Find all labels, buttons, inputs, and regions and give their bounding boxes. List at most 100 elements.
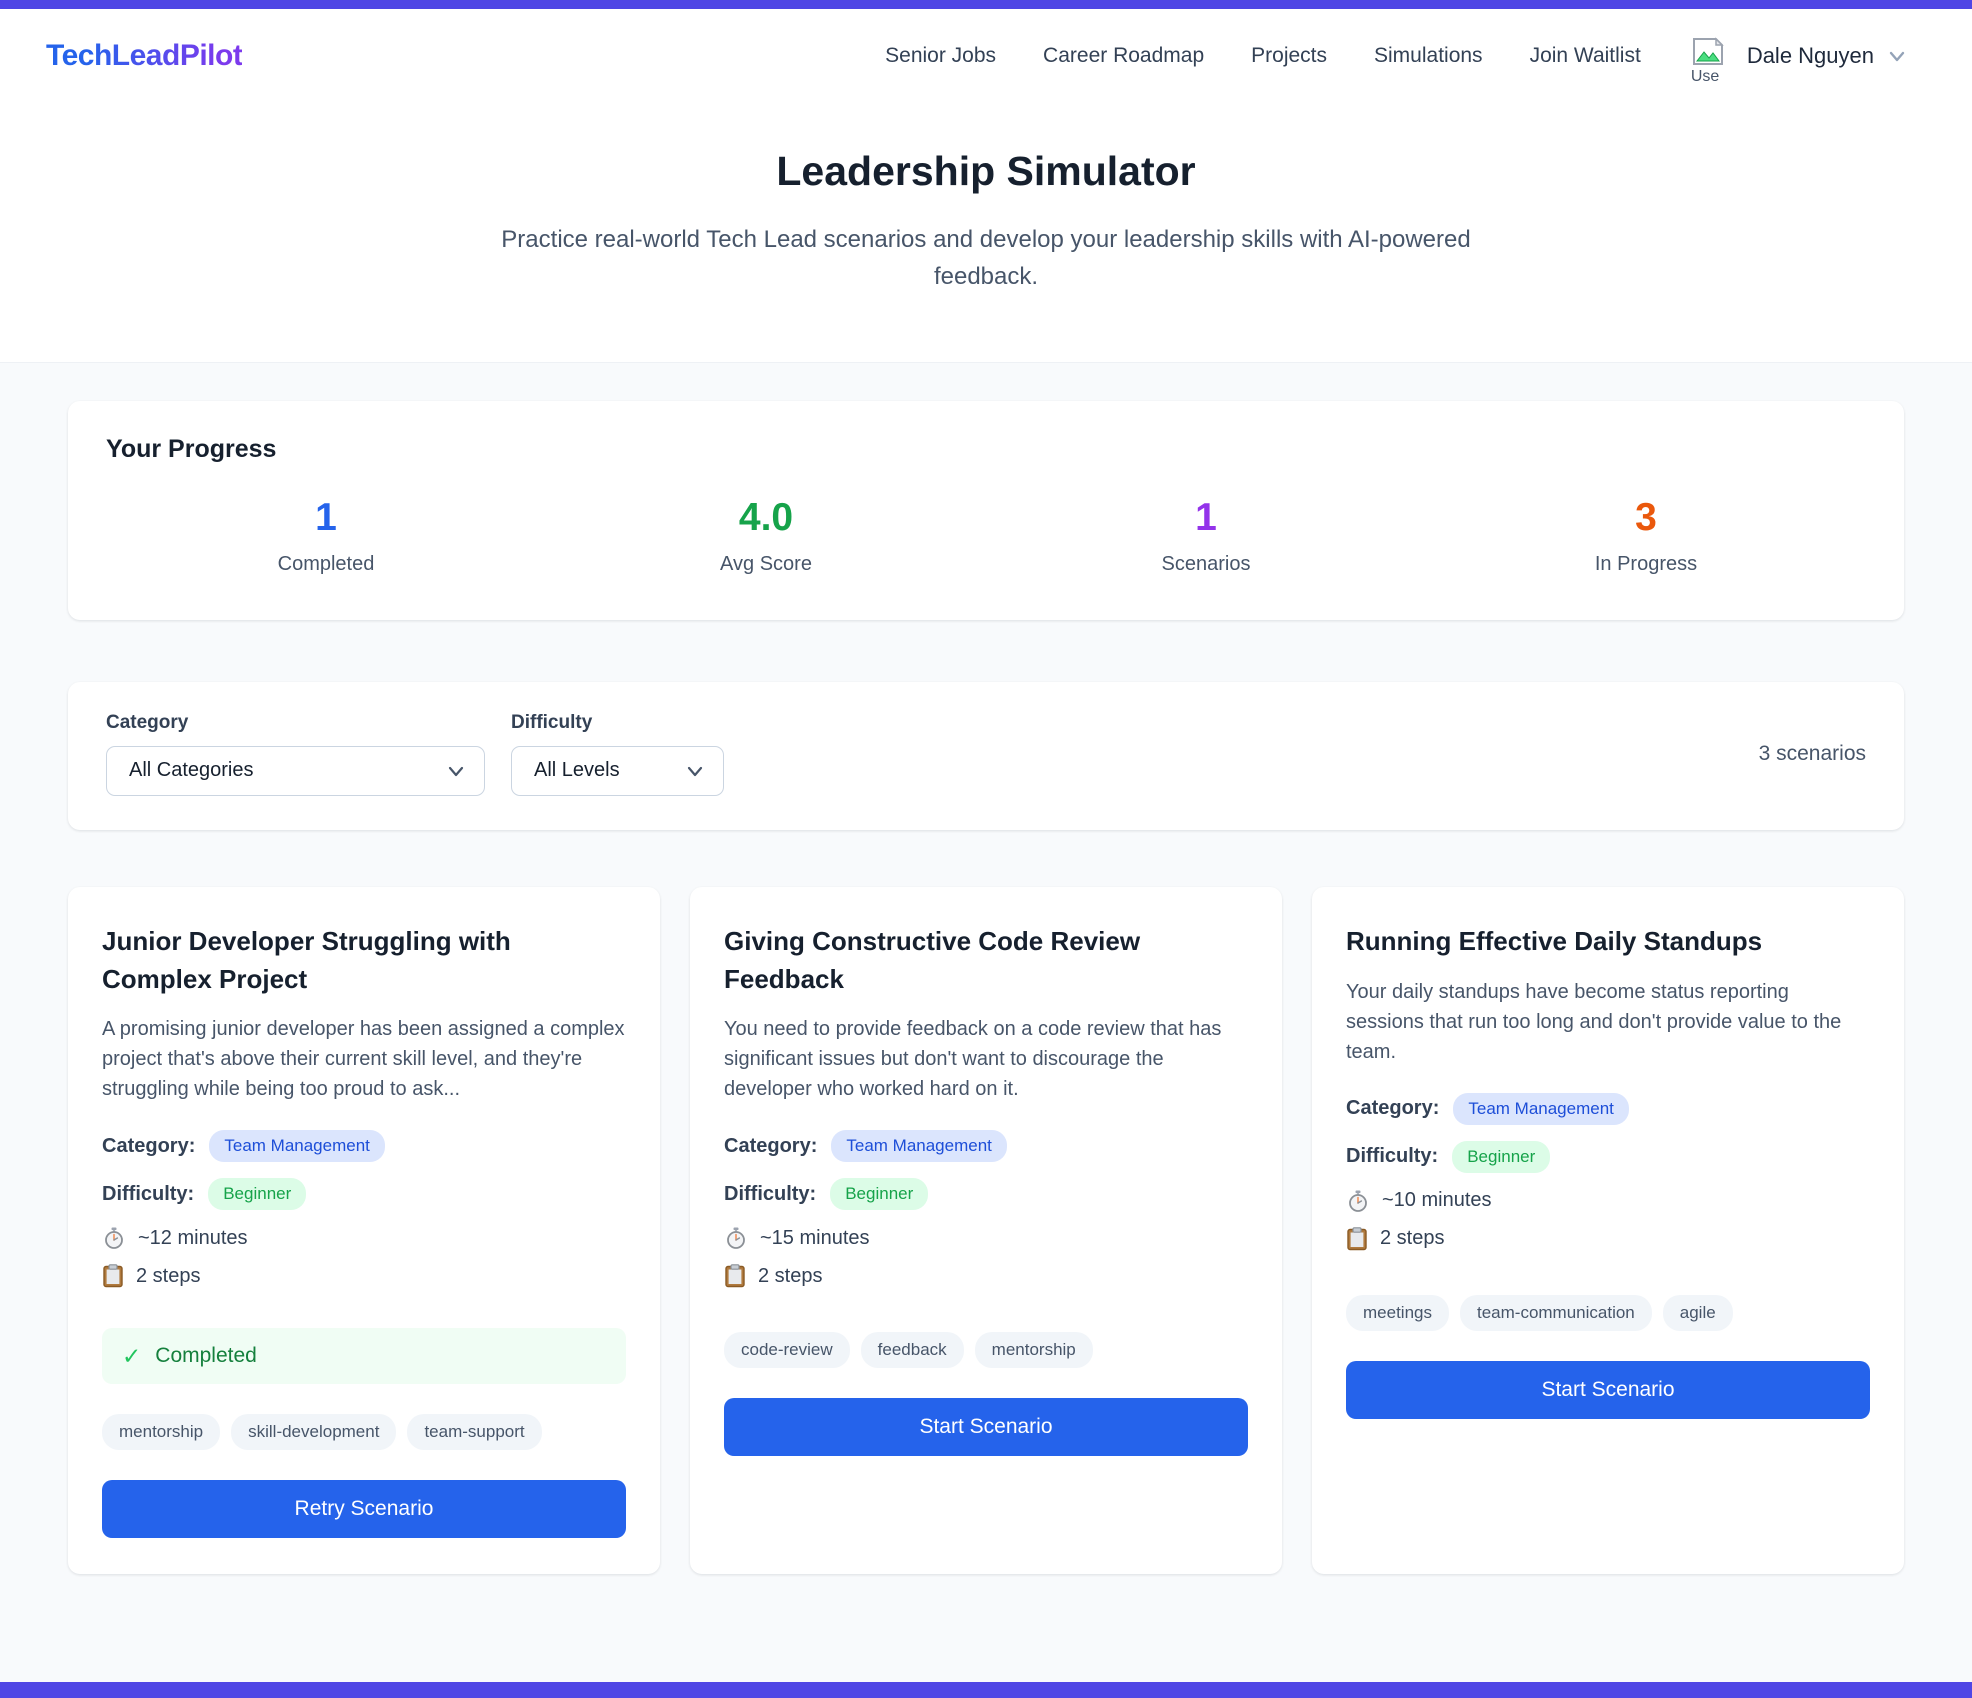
tag-list: mentorshipskill-developmentteam-support <box>102 1414 542 1450</box>
category-select-value: All Categories <box>129 759 254 782</box>
user-menu[interactable]: Use Dale Nguyen <box>1691 23 1908 89</box>
tag-pill: code-review <box>724 1332 850 1368</box>
completed-banner: ✓ Completed <box>102 1328 626 1384</box>
tag-pill: mentorship <box>975 1332 1093 1368</box>
stat-value: 1 <box>986 498 1426 537</box>
duration-row: ~15 minutes <box>724 1226 870 1250</box>
category-row: Category: Team Management <box>1346 1093 1629 1125</box>
page-subtitle: Practice real-world Tech Lead scenarios … <box>479 221 1494 296</box>
tag-list: code-review feedback mentorship <box>724 1332 1093 1368</box>
difficulty-row: Difficulty: Beginner <box>724 1178 928 1210</box>
scenario-title: Running Effective Daily Standups <box>1346 923 1762 961</box>
chevron-down-icon <box>685 761 705 781</box>
stat-value: 1 <box>106 498 546 537</box>
category-filter-label: Category <box>106 712 485 734</box>
scenario-count: 3 scenarios <box>1759 742 1866 766</box>
page-title: Leadership Simulator <box>20 148 1952 195</box>
nav-item-senior-jobs[interactable]: Senior Jobs <box>885 44 996 68</box>
category-filter-group: Category All Categories <box>106 712 485 796</box>
category-select[interactable]: All Categories <box>106 746 485 796</box>
scenario-card: Junior Developer Struggling with Complex… <box>68 887 660 1574</box>
progress-stat: 1 Scenarios <box>986 498 1426 576</box>
nav-item-career-roadmap[interactable]: Career Roadmap <box>1043 44 1204 68</box>
difficulty-label: Difficulty: <box>724 1183 816 1206</box>
tag-pill: meetings <box>1346 1295 1449 1331</box>
progress-stats: 1Completed4.0Avg Score1Scenarios3In Prog… <box>106 498 1866 576</box>
difficulty-badge: Beginner <box>208 1178 306 1210</box>
scenario-action-button[interactable]: Retry Scenario <box>102 1480 626 1538</box>
difficulty-label: Difficulty: <box>1346 1145 1438 1168</box>
clipboard-icon <box>724 1264 746 1288</box>
tag-pill: agile <box>1663 1295 1733 1331</box>
nav-item-join-waitlist[interactable]: Join Waitlist <box>1530 44 1641 68</box>
difficulty-row: Difficulty: Beginner <box>102 1178 306 1210</box>
app-logo[interactable]: TechLeadPilot <box>46 39 242 73</box>
footer-accent-bar <box>0 1682 1972 1698</box>
category-row: Category: Team Management <box>102 1130 385 1162</box>
content-container: Your Progress 1Completed4.0Avg Score1Sce… <box>68 363 1904 1574</box>
difficulty-select-value: All Levels <box>534 759 620 782</box>
steps-text: 2 steps <box>1380 1227 1444 1250</box>
scenario-action-button[interactable]: Start Scenario <box>724 1398 1248 1456</box>
stat-label: In Progress <box>1426 553 1866 576</box>
duration-row: ~10 minutes <box>1346 1189 1492 1213</box>
chevron-down-icon <box>446 761 466 781</box>
difficulty-row: Difficulty: Beginner <box>1346 1141 1550 1173</box>
progress-title: Your Progress <box>106 435 1866 464</box>
avatar: Use <box>1691 37 1735 89</box>
scenario-card: Running Effective Daily Standups Your da… <box>1312 887 1904 1574</box>
difficulty-filter-label: Difficulty <box>511 712 724 734</box>
user-name: Dale Nguyen <box>1747 43 1874 69</box>
difficulty-badge: Beginner <box>830 1178 928 1210</box>
chevron-down-icon <box>1886 45 1908 67</box>
tag-list: meetings team-communication agile <box>1346 1295 1733 1331</box>
stat-label: Completed <box>106 553 546 576</box>
clipboard-icon <box>1346 1227 1368 1251</box>
filter-bar: Category All Categories Difficulty All L… <box>68 682 1904 830</box>
difficulty-select[interactable]: All Levels <box>511 746 724 796</box>
duration-text: ~15 minutes <box>760 1227 870 1250</box>
category-badge: Team Management <box>209 1130 385 1162</box>
tag-pill: feedback <box>861 1332 964 1368</box>
tag-pill: skill-development <box>231 1414 396 1450</box>
clipboard-icon <box>102 1264 124 1288</box>
top-accent-bar <box>0 0 1972 9</box>
category-label: Category: <box>1346 1097 1439 1120</box>
hero-section: Leadership Simulator Practice real-world… <box>0 102 1972 363</box>
nav-item-projects[interactable]: Projects <box>1251 44 1327 68</box>
check-icon: ✓ <box>122 1345 141 1368</box>
tag-pill: team-support <box>407 1414 541 1450</box>
steps-row: 2 steps <box>102 1264 200 1288</box>
difficulty-label: Difficulty: <box>102 1183 194 1206</box>
avatar-alt-text: Use <box>1691 68 1719 86</box>
steps-row: 2 steps <box>1346 1227 1444 1251</box>
stat-label: Scenarios <box>986 553 1426 576</box>
stopwatch-icon <box>102 1226 126 1250</box>
scenario-description: A promising junior developer has been as… <box>102 1014 626 1104</box>
scenario-description: Your daily standups have become status r… <box>1346 977 1870 1067</box>
progress-stat: 1 Completed <box>106 498 546 576</box>
steps-text: 2 steps <box>136 1265 200 1288</box>
stopwatch-icon <box>724 1226 748 1250</box>
broken-image-icon <box>1691 37 1725 67</box>
duration-row: ~12 minutes <box>102 1226 248 1250</box>
tag-pill: team-communication <box>1460 1295 1652 1331</box>
header: TechLeadPilot Senior Jobs Career Roadmap P… <box>0 9 1972 102</box>
nav-item-simulations[interactable]: Simulations <box>1374 44 1483 68</box>
progress-card: Your Progress 1Completed4.0Avg Score1Sce… <box>68 401 1904 620</box>
scenario-card: Giving Constructive Code Review Feedback… <box>690 887 1282 1574</box>
category-row: Category: Team Management <box>724 1130 1007 1162</box>
scenario-action-button[interactable]: Start Scenario <box>1346 1361 1870 1419</box>
duration-text: ~12 minutes <box>138 1227 248 1250</box>
scenario-grid: Junior Developer Struggling with Complex… <box>68 887 1904 1574</box>
category-badge: Team Management <box>1453 1093 1629 1125</box>
difficulty-badge: Beginner <box>1452 1141 1550 1173</box>
scenario-description: You need to provide feedback on a code r… <box>724 1014 1248 1104</box>
steps-text: 2 steps <box>758 1265 822 1288</box>
difficulty-filter-group: Difficulty All Levels <box>511 712 724 796</box>
stat-value: 3 <box>1426 498 1866 537</box>
category-label: Category: <box>102 1135 195 1158</box>
steps-row: 2 steps <box>724 1264 822 1288</box>
duration-text: ~10 minutes <box>1382 1189 1492 1212</box>
category-badge: Team Management <box>831 1130 1007 1162</box>
